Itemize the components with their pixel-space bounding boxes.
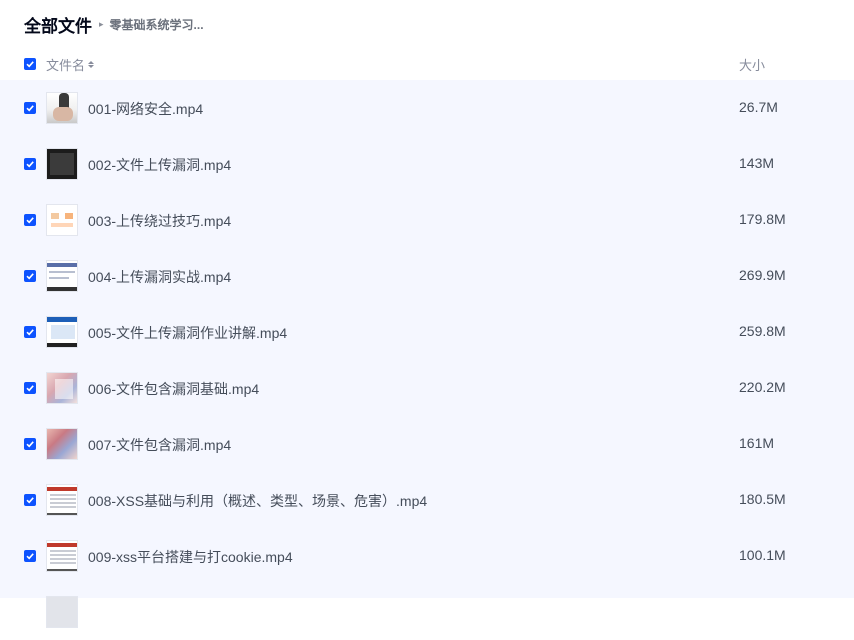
file-row[interactable]: 002-文件上传漏洞.mp4 143M — [0, 136, 854, 192]
check-icon — [26, 497, 34, 504]
file-name[interactable]: 001-网络安全.mp4 — [88, 99, 203, 119]
check-icon — [26, 329, 34, 336]
file-row[interactable]: 003-上传绕过技巧.mp4 179.8M — [0, 192, 854, 248]
file-row[interactable]: 007-文件包含漏洞.mp4 161M — [0, 416, 854, 472]
video-thumbnail[interactable] — [46, 372, 78, 404]
breadcrumb: 全部文件 ▸ 零基础系统学习... — [24, 12, 204, 36]
file-row-checkbox[interactable] — [24, 102, 36, 114]
file-name[interactable]: 003-上传绕过技巧.mp4 — [88, 211, 231, 231]
file-name[interactable]: 008-XSS基础与利用（概述、类型、场景、危害）.mp4 — [88, 491, 427, 511]
video-thumbnail[interactable] — [46, 540, 78, 572]
file-size: 100.1M — [739, 547, 786, 563]
file-list: 001-网络安全.mp4 26.7M 002-文件上传漏洞.mp4 143M 003-上… — [0, 80, 854, 628]
check-icon — [26, 385, 34, 392]
file-row[interactable]: 005-文件上传漏洞作业讲解.mp4 259.8M — [0, 304, 854, 360]
file-name[interactable]: 002-文件上传漏洞.mp4 — [88, 155, 231, 175]
file-size: 161M — [739, 435, 775, 451]
sort-icon[interactable] — [88, 60, 95, 68]
check-icon — [26, 273, 34, 280]
file-size: 220.2M — [739, 379, 786, 395]
file-size: 179.8M — [739, 211, 786, 227]
breadcrumb-separator-icon: ▸ — [99, 18, 104, 29]
check-icon — [26, 105, 34, 112]
file-row-partial[interactable] — [0, 584, 854, 640]
video-thumbnail[interactable] — [46, 316, 78, 348]
file-row[interactable]: 008-XSS基础与利用（概述、类型、场景、危害）.mp4 180.5M — [0, 472, 854, 528]
file-row-checkbox[interactable] — [24, 438, 36, 450]
video-thumbnail[interactable] — [46, 484, 78, 516]
video-thumbnail[interactable] — [46, 260, 78, 292]
file-name[interactable]: 007-文件包含漏洞.mp4 — [88, 435, 231, 455]
file-row-checkbox[interactable] — [24, 270, 36, 282]
check-icon — [26, 161, 34, 168]
file-size: 180.5M — [739, 491, 786, 507]
column-header-name[interactable]: 文件名 — [46, 55, 95, 74]
file-name[interactable]: 005-文件上传漏洞作业讲解.mp4 — [88, 323, 287, 343]
file-size: 26.7M — [739, 99, 778, 115]
breadcrumb-current-folder: 零基础系统学习... — [109, 17, 204, 32]
video-thumbnail[interactable] — [46, 596, 78, 628]
check-icon — [26, 61, 34, 68]
file-name[interactable]: 004-上传漏洞实战.mp4 — [88, 267, 231, 287]
file-row[interactable]: 001-网络安全.mp4 26.7M — [0, 80, 854, 136]
file-row-checkbox[interactable] — [24, 326, 36, 338]
video-thumbnail[interactable] — [46, 148, 78, 180]
file-size: 259.8M — [739, 323, 786, 339]
file-row-checkbox[interactable] — [24, 550, 36, 562]
check-icon — [26, 553, 34, 560]
file-size: 269.9M — [739, 267, 786, 283]
file-size: 143M — [739, 155, 775, 171]
breadcrumb-root-link[interactable]: 全部文件 — [24, 12, 92, 37]
column-header-name-label: 文件名 — [46, 57, 86, 73]
file-list-header: 文件名 大小 — [0, 51, 854, 77]
file-row-checkbox[interactable] — [24, 158, 36, 170]
select-all-checkbox[interactable] — [24, 58, 36, 70]
file-name[interactable]: 006-文件包含漏洞基础.mp4 — [88, 379, 259, 399]
video-thumbnail[interactable] — [46, 204, 78, 236]
file-row[interactable]: 009-xss平台搭建与打cookie.mp4 100.1M — [0, 528, 854, 584]
check-icon — [26, 217, 34, 224]
file-row-checkbox[interactable] — [24, 494, 36, 506]
video-thumbnail[interactable] — [46, 92, 78, 124]
check-icon — [26, 441, 34, 448]
video-thumbnail[interactable] — [46, 428, 78, 460]
file-row-checkbox[interactable] — [24, 214, 36, 226]
column-header-size: 大小 — [739, 57, 766, 73]
file-row[interactable]: 004-上传漏洞实战.mp4 269.9M — [0, 248, 854, 304]
file-name[interactable]: 009-xss平台搭建与打cookie.mp4 — [88, 547, 293, 567]
file-row[interactable]: 006-文件包含漏洞基础.mp4 220.2M — [0, 360, 854, 416]
file-row-checkbox[interactable] — [24, 382, 36, 394]
